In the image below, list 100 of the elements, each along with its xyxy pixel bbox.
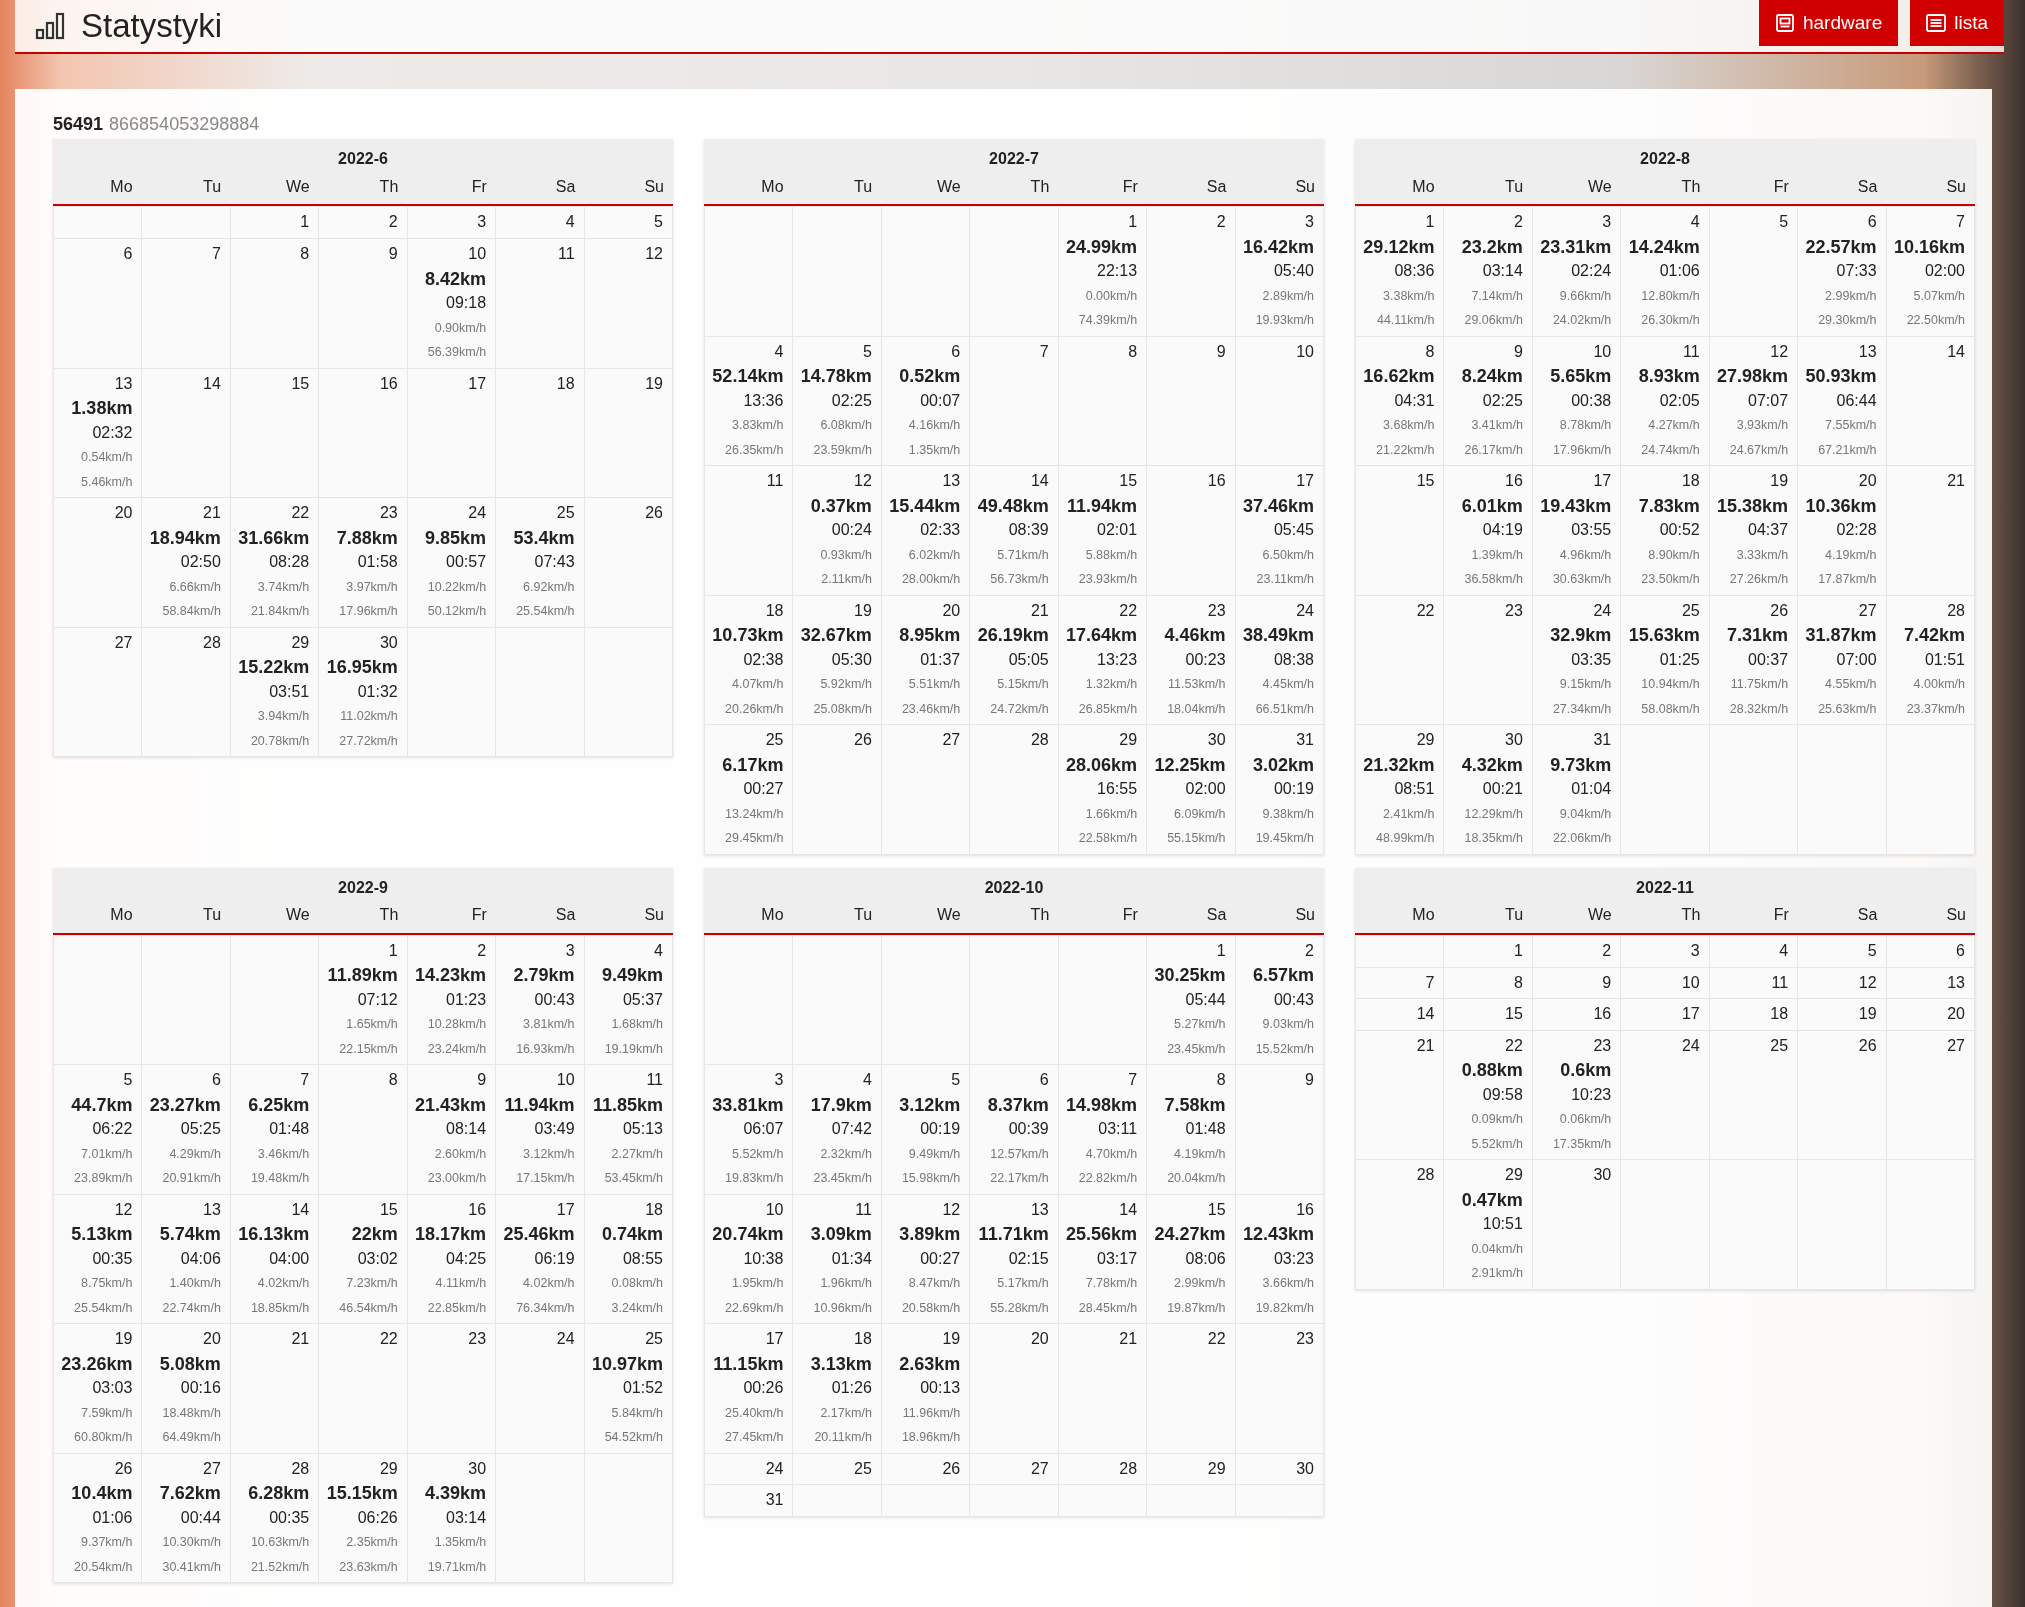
- duration-text: 01:06: [1658, 261, 1700, 281]
- day-number: 9: [1304, 1070, 1314, 1090]
- distance-text: 23.31km: [1539, 235, 1612, 259]
- speed-text: 19.93km/h: [1254, 312, 1314, 329]
- day-number: 12: [853, 471, 872, 491]
- weekday-label: Tu: [1504, 177, 1525, 196]
- duration-text: 06:19: [533, 1248, 575, 1269]
- speed-text: 3.41km/h: [1470, 417, 1523, 434]
- duration-text: 06:22: [91, 1119, 133, 1139]
- speed-text: 9.38km/h: [1261, 805, 1314, 823]
- duration-text: 03:11: [1097, 1119, 1138, 1139]
- speed-text: 56.73km/h: [989, 571, 1049, 588]
- speed-text: 0.00km/h: [1084, 287, 1138, 305]
- day-number: 3: [1601, 212, 1612, 232]
- speed-text: 30.41km/h: [161, 1558, 221, 1576]
- hardware-button[interactable]: hardware: [1759, 0, 1899, 46]
- day-number: 22: [378, 1329, 398, 1349]
- day-number: 1: [387, 940, 398, 961]
- speed-text: 4.27km/h: [1647, 417, 1700, 434]
- distance-text: 6.17km: [721, 753, 784, 777]
- day-number: 26: [1769, 600, 1789, 621]
- speed-text: 16.93km/h: [515, 1040, 575, 1058]
- day-number: 6: [1955, 940, 1965, 961]
- day-number: 28: [1118, 1458, 1138, 1479]
- speed-text: 5.51km/h: [907, 676, 961, 693]
- day-number: 17: [1295, 471, 1314, 491]
- speed-text: 9.03km/h: [1261, 1016, 1314, 1033]
- duration-text: 04:31: [1393, 390, 1435, 411]
- duration-text: 09:18: [445, 293, 487, 313]
- speed-text: 1.39km/h: [1470, 546, 1523, 564]
- distance-text: 52.14km: [711, 365, 784, 388]
- duration-text: 06:07: [742, 1119, 784, 1139]
- list-button[interactable]: lista: [1910, 0, 2004, 46]
- duration-text: 00:43: [533, 989, 575, 1010]
- day-number: 5: [653, 212, 663, 232]
- day-number: 29: [1118, 730, 1138, 750]
- duration-text: 03:23: [1272, 1248, 1314, 1269]
- duration-text: 22:13: [1096, 261, 1138, 281]
- day-number: 30: [467, 1458, 487, 1479]
- duration-text: 07:33: [1835, 261, 1877, 281]
- speed-text: 1.35km/h: [907, 441, 961, 459]
- speed-text: 29.06km/h: [1463, 312, 1523, 329]
- day-number: 17: [1680, 1004, 1700, 1024]
- distance-text: 50.93km: [1804, 365, 1877, 388]
- speed-text: 3.46km/h: [256, 1145, 310, 1163]
- day-number: 12: [113, 1199, 133, 1220]
- speed-text: 5.17km/h: [996, 1275, 1049, 1292]
- day-number: 25: [764, 730, 784, 750]
- distance-text: 4.46km: [1163, 624, 1226, 647]
- speed-text: 53.45km/h: [603, 1170, 663, 1187]
- day-number: 24: [467, 503, 487, 523]
- weekday-label: We: [936, 177, 962, 196]
- day-number: 13: [941, 471, 961, 491]
- day-number: 22: [1118, 600, 1138, 621]
- distance-text: 21.32km: [1362, 753, 1435, 777]
- day-number: 15: [1118, 471, 1138, 491]
- duration-text: 05:44: [1184, 989, 1226, 1010]
- day-number: 15: [290, 373, 310, 394]
- weekday-label: Tu: [853, 906, 874, 924]
- day-number: 16: [1504, 471, 1523, 491]
- speed-text: 20.54km/h: [73, 1558, 133, 1576]
- day-number: 24: [764, 1458, 784, 1479]
- day-number: 15: [1504, 1004, 1523, 1024]
- duration-text: 01:37: [919, 649, 961, 670]
- duration-text: 01:04: [1570, 779, 1612, 799]
- distance-text: 27.98km: [1716, 365, 1789, 388]
- distance-text: 12.25km: [1153, 753, 1226, 777]
- speed-text: 25.08km/h: [812, 700, 872, 718]
- distance-text: 24.99km: [1065, 235, 1138, 259]
- distance-text: 14.78km: [799, 365, 872, 388]
- day-number: 27: [1029, 1458, 1049, 1479]
- day-number: 12: [1857, 972, 1877, 993]
- weekday-label: We: [285, 906, 311, 924]
- duration-text: 00:39: [1007, 1119, 1049, 1139]
- day-number: 30: [1504, 730, 1523, 750]
- distance-text: 10.97km: [590, 1352, 663, 1376]
- speed-text: 9.37km/h: [80, 1534, 133, 1551]
- duration-text: 02:38: [742, 649, 784, 670]
- day-number: 8: [1127, 341, 1138, 362]
- duration-text: 00:35: [268, 1507, 310, 1528]
- speed-text: 23.45km/h: [1166, 1040, 1226, 1058]
- day-number: 14: [1118, 1199, 1138, 1220]
- day-number: 28: [1415, 1165, 1435, 1185]
- duration-text: 00:23: [1184, 649, 1226, 670]
- day-number: 16: [1295, 1199, 1314, 1220]
- speed-text: 10.63km/h: [249, 1534, 310, 1551]
- speed-text: 11.75km/h: [1729, 676, 1789, 693]
- distance-text: 10.16km: [1892, 235, 1965, 259]
- duration-text: 03:14: [445, 1507, 487, 1528]
- day-number: 13: [202, 1199, 221, 1220]
- day-number: 8: [1512, 972, 1523, 993]
- day-number: 3: [1304, 212, 1314, 232]
- day-number: 4: [861, 1070, 872, 1090]
- distance-text: 30.25km: [1153, 964, 1226, 987]
- day-number: 11: [556, 244, 575, 264]
- speed-text: 19.71km/h: [426, 1558, 487, 1576]
- day-number: 18: [644, 1199, 663, 1220]
- speed-text: 20.26km/h: [724, 700, 784, 718]
- duration-text: 08:14: [445, 1119, 487, 1139]
- speed-text: 64.49km/h: [161, 1429, 221, 1446]
